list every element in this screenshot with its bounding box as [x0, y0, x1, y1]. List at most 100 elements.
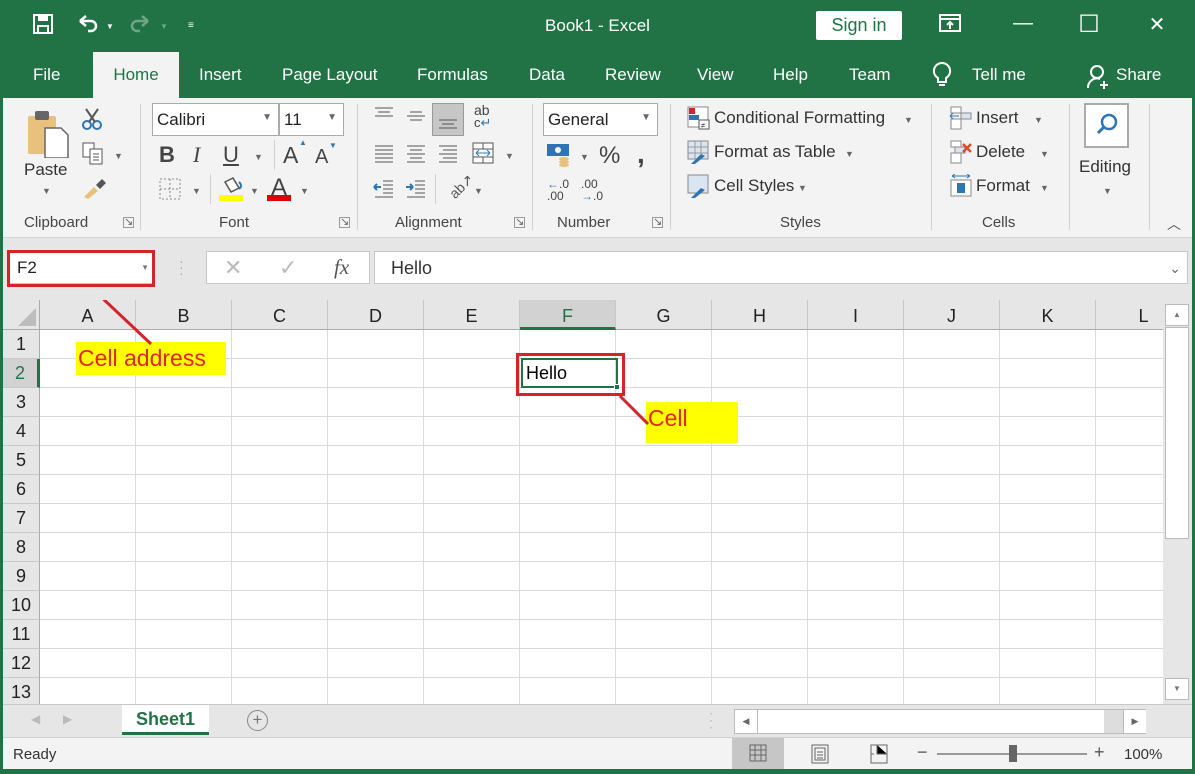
close-button[interactable]: ✕: [1142, 12, 1172, 37]
tab-splitter-handle[interactable]: · · ·: [709, 707, 713, 733]
collapse-ribbon-icon[interactable]: ︿: [1167, 214, 1181, 234]
row-header-8[interactable]: 8: [3, 533, 40, 562]
row-header-10[interactable]: 10: [3, 591, 40, 620]
increase-decimal-button[interactable]: ←.0.00: [547, 178, 573, 202]
formula-input[interactable]: Hello ⌄: [374, 251, 1188, 284]
top-align-icon[interactable]: [373, 106, 395, 127]
tab-data[interactable]: Data: [529, 65, 565, 85]
tab-file[interactable]: File: [33, 65, 60, 85]
cell-styles-dropdown-icon[interactable]: ▼: [798, 183, 807, 193]
page-break-view-icon[interactable]: [870, 744, 888, 769]
font-name-combo[interactable]: Calibri ▼: [152, 103, 279, 136]
decrease-decimal-button[interactable]: .00 →.0: [581, 178, 609, 202]
increase-font-size-button[interactable]: A: [283, 142, 298, 169]
paste-icon[interactable]: [25, 108, 71, 163]
copy-icon[interactable]: [82, 142, 104, 171]
format-as-table-dropdown-icon[interactable]: ▼: [845, 149, 854, 159]
font-launcher-icon[interactable]: ↘: [339, 217, 350, 228]
increase-indent-icon[interactable]: [405, 178, 427, 203]
merge-dropdown-icon[interactable]: ▼: [505, 151, 514, 161]
bottom-align-button[interactable]: [432, 103, 464, 136]
row-header-2[interactable]: 2: [3, 359, 40, 388]
scroll-sheets-left-icon[interactable]: ◀: [31, 712, 40, 726]
decrease-font-size-button[interactable]: A: [315, 146, 328, 169]
row-header-5[interactable]: 5: [3, 446, 40, 475]
column-header-k[interactable]: K: [1000, 300, 1096, 330]
save-icon[interactable]: [33, 14, 53, 40]
middle-align-icon[interactable]: [405, 110, 427, 131]
new-sheet-button[interactable]: +: [247, 710, 268, 731]
row-header-4[interactable]: 4: [3, 417, 40, 446]
tell-me-search[interactable]: Tell me: [972, 65, 1026, 85]
scroll-up-button[interactable]: ▲: [1165, 304, 1189, 326]
column-header-d[interactable]: D: [328, 300, 424, 330]
tab-review[interactable]: Review: [605, 65, 661, 85]
conditional-formatting-icon[interactable]: ≠: [687, 106, 711, 135]
splitter-handle[interactable]: · · ·: [179, 254, 184, 280]
cancel-button[interactable]: ✕: [224, 255, 242, 281]
undo-dropdown-icon[interactable]: ▼: [106, 22, 114, 31]
underline-button[interactable]: U: [223, 142, 239, 168]
sheet-tab-sheet1[interactable]: Sheet1: [122, 705, 209, 735]
fill-color-icon[interactable]: [219, 176, 245, 207]
tab-team[interactable]: Team: [849, 65, 891, 85]
zoom-out-button[interactable]: −: [917, 742, 928, 763]
format-cells-button[interactable]: Format: [976, 176, 1030, 196]
row-header-11[interactable]: 11: [3, 620, 40, 649]
delete-dropdown-icon[interactable]: ▼: [1040, 149, 1049, 159]
editing-button[interactable]: [1084, 103, 1129, 148]
bold-button[interactable]: B: [159, 142, 175, 168]
tab-page-layout[interactable]: Page Layout: [282, 65, 377, 85]
share-button[interactable]: Share: [1116, 65, 1161, 85]
align-center-icon[interactable]: [405, 143, 427, 170]
zoom-level[interactable]: 100%: [1124, 746, 1162, 763]
spreadsheet-grid[interactable]: ABCDEFGHIJKL 1 2 3 4 5 6 7 8 9 10 11 12 13 Hello Cel…: [3, 300, 1163, 704]
copy-dropdown-icon[interactable]: ▼: [114, 151, 123, 161]
row-header-12[interactable]: 12: [3, 649, 40, 678]
delete-cells-icon[interactable]: [949, 140, 973, 169]
undo-icon[interactable]: [76, 12, 100, 42]
minimize-button[interactable]: —: [1008, 12, 1038, 35]
format-painter-icon[interactable]: [82, 177, 106, 204]
wrap-text-button[interactable]: ab c↵: [474, 103, 491, 129]
row-header-7[interactable]: 7: [3, 504, 40, 533]
underline-dropdown-icon[interactable]: ▼: [254, 152, 263, 162]
normal-view-button[interactable]: [732, 738, 784, 769]
align-left-icon[interactable]: [373, 143, 395, 170]
column-header-i[interactable]: I: [808, 300, 904, 330]
conditional-formatting-dropdown-icon[interactable]: ▼: [904, 115, 913, 125]
zoom-slider-thumb[interactable]: [1009, 745, 1017, 762]
font-size-combo[interactable]: 11 ▼: [279, 103, 344, 136]
conditional-formatting-button[interactable]: Conditional Formatting: [714, 108, 885, 128]
cut-icon[interactable]: [81, 107, 103, 136]
align-right-icon[interactable]: [437, 143, 459, 170]
column-header-e[interactable]: E: [424, 300, 520, 330]
column-header-f[interactable]: F: [520, 300, 616, 330]
cell-styles-icon[interactable]: [687, 174, 711, 203]
scroll-right-button[interactable]: ▶: [1123, 710, 1146, 733]
tab-help[interactable]: Help: [773, 65, 808, 85]
format-dropdown-icon[interactable]: ▼: [1040, 183, 1049, 193]
borders-dropdown-icon[interactable]: ▼: [192, 186, 201, 196]
column-header-g[interactable]: G: [616, 300, 712, 330]
select-all-button[interactable]: [3, 300, 40, 330]
decrease-indent-icon[interactable]: [373, 178, 395, 203]
number-format-combo[interactable]: General ▼: [543, 103, 658, 136]
scroll-left-button[interactable]: ◀: [735, 710, 758, 733]
clipboard-launcher-icon[interactable]: ↘: [123, 217, 134, 228]
zoom-in-button[interactable]: +: [1094, 742, 1105, 763]
column-header-a[interactable]: A: [40, 300, 136, 330]
number-launcher-icon[interactable]: ↘: [652, 217, 663, 228]
row-header-13[interactable]: 13: [3, 678, 40, 704]
column-header-j[interactable]: J: [904, 300, 1000, 330]
row-header-6[interactable]: 6: [3, 475, 40, 504]
editing-label[interactable]: Editing: [1079, 157, 1131, 177]
scroll-sheets-right-icon[interactable]: ▶: [63, 712, 72, 726]
insert-cells-button[interactable]: Insert: [976, 108, 1019, 128]
tab-formulas[interactable]: Formulas: [417, 65, 488, 85]
comma-style-button[interactable]: ,: [637, 138, 645, 170]
insert-dropdown-icon[interactable]: ▼: [1034, 115, 1043, 125]
scroll-down-button[interactable]: ▼: [1165, 678, 1189, 700]
editing-dropdown-icon[interactable]: ▼: [1103, 186, 1112, 196]
enter-button[interactable]: ✓: [279, 255, 297, 281]
